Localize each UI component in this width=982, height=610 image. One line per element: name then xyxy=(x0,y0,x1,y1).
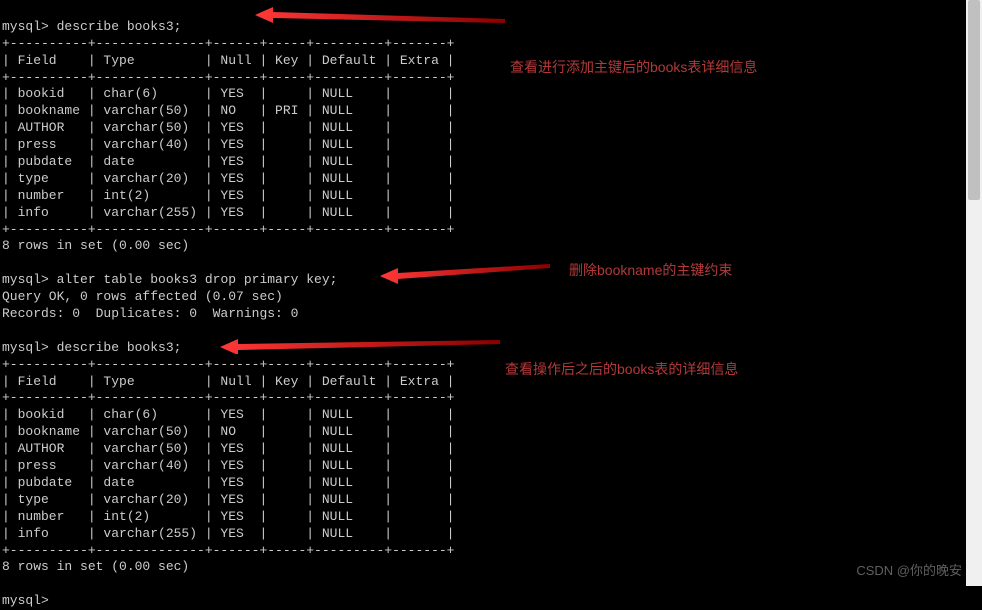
mysql-prompt: mysql> xyxy=(2,340,49,355)
table-row: | press | varchar(40) | YES | | NULL | | xyxy=(2,458,454,473)
table-row: | bookid | char(6) | YES | | NULL | | xyxy=(2,86,454,101)
mysql-prompt: mysql> xyxy=(2,19,49,34)
table-row: | pubdate | date | YES | | NULL | | xyxy=(2,475,454,490)
mysql-prompt: mysql> xyxy=(2,593,49,608)
table-row: | info | varchar(255) | YES | | NULL | | xyxy=(2,526,454,541)
table-row: | type | varchar(20) | YES | | NULL | | xyxy=(2,171,454,186)
table-row: | AUTHOR | varchar(50) | YES | | NULL | … xyxy=(2,120,454,135)
table-row: | press | varchar(40) | YES | | NULL | | xyxy=(2,137,454,152)
cursor[interactable] xyxy=(49,593,57,608)
terminal-output: mysql> describe books3; +----------+----… xyxy=(2,2,982,610)
table-row: | bookid | char(6) | YES | | NULL | | xyxy=(2,407,454,422)
result-text: Query OK, 0 rows affected (0.07 sec) xyxy=(2,289,283,304)
mysql-prompt: mysql> xyxy=(2,272,49,287)
scrollbar-thumb[interactable] xyxy=(968,0,980,200)
table-border: +----------+--------------+------+-----+… xyxy=(2,390,454,405)
table-header: | Field | Type | Null | Key | Default | … xyxy=(2,53,454,68)
table-header: | Field | Type | Null | Key | Default | … xyxy=(2,374,454,389)
sql-command: describe books3; xyxy=(49,19,182,34)
scrollbar-track[interactable] xyxy=(966,0,982,586)
table-border: +----------+--------------+------+-----+… xyxy=(2,36,454,51)
annotation-text: 查看操作后之后的books表的详细信息 xyxy=(505,360,738,378)
table-row: | info | varchar(255) | YES | | NULL | | xyxy=(2,205,454,220)
table-row: | type | varchar(20) | YES | | NULL | | xyxy=(2,492,454,507)
result-text: 8 rows in set (0.00 sec) xyxy=(2,238,189,253)
table-row: | bookname | varchar(50) | NO | | NULL |… xyxy=(2,424,454,439)
table-border: +----------+--------------+------+-----+… xyxy=(2,543,454,558)
table-row: | number | int(2) | YES | | NULL | | xyxy=(2,509,454,524)
result-text: Records: 0 Duplicates: 0 Warnings: 0 xyxy=(2,306,298,321)
table-border: +----------+--------------+------+-----+… xyxy=(2,222,454,237)
table-border: +----------+--------------+------+-----+… xyxy=(2,357,454,372)
table-row: | AUTHOR | varchar(50) | YES | | NULL | … xyxy=(2,441,454,456)
table-row: | number | int(2) | YES | | NULL | | xyxy=(2,188,454,203)
annotation-text: 查看进行添加主键后的books表详细信息 xyxy=(510,58,757,76)
table-row: | bookname | varchar(50) | NO | PRI | NU… xyxy=(2,103,454,118)
watermark-text: CSDN @你的晚安 xyxy=(856,563,962,580)
table-row: | pubdate | date | YES | | NULL | | xyxy=(2,154,454,169)
table-border: +----------+--------------+------+-----+… xyxy=(2,70,454,85)
sql-command: alter table books3 drop primary key; xyxy=(49,272,338,287)
sql-command: describe books3; xyxy=(49,340,182,355)
result-text: 8 rows in set (0.00 sec) xyxy=(2,559,189,574)
annotation-text: 删除bookname的主键约束 xyxy=(569,261,732,279)
